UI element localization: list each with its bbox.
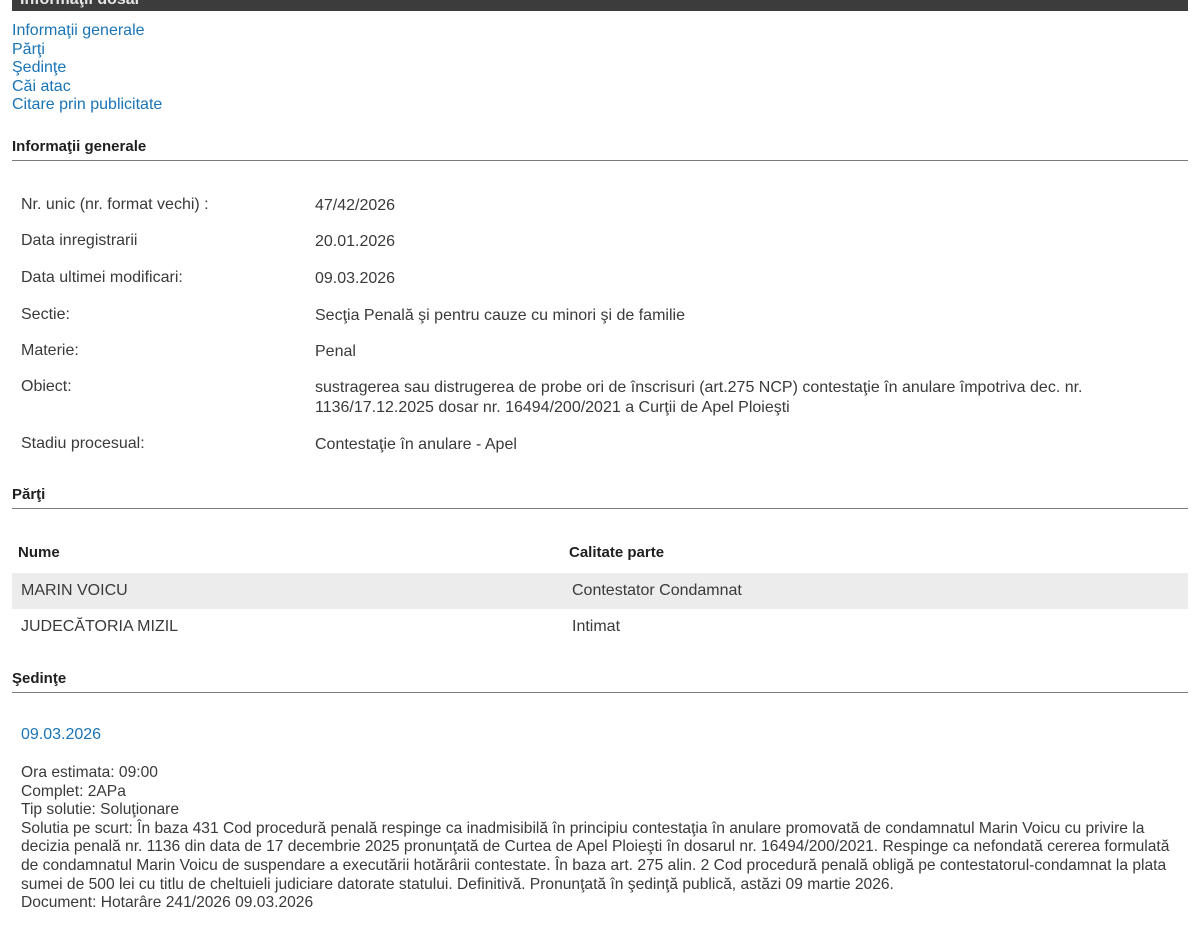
section-title-parti: Părţi [12,486,1188,509]
nav-link-citare[interactable]: Citare prin publicitate [12,96,162,115]
info-label: Stadiu procesual: [21,435,145,452]
party-name: JUDECĂTORIA MIZIL [21,618,179,635]
nav-link-parti[interactable]: Părţi [12,41,162,60]
column-header-nume: Nume [18,544,60,561]
info-label: Data inregistrarii [21,232,138,249]
info-label: Data ultimei modificari: [21,269,183,286]
hearing-details: Ora estimata: 09:00 Complet: 2APa Tip so… [21,764,1181,913]
party-role: Contestator Condamnat [572,582,742,599]
page-header-bar: Informaţii dosar [12,0,1188,11]
info-value: 47/42/2026 [315,197,396,214]
hearing-tip-solutie: Tip solutie: Soluţionare [21,801,180,819]
info-value: 09.03.2026 [315,270,396,287]
hearing-ora: Ora estimata: 09:00 [21,764,158,781]
nav-link-general[interactable]: Informaţii generale [12,22,162,41]
page-header-title: Informaţii dosar [20,0,141,9]
nav-link-cai-atac[interactable]: Căi atac [12,78,162,97]
hearing-document: Document: Hotarâre 241/2026 09.03.2026 [21,894,314,912]
party-name: MARIN VOICU [21,582,128,599]
section-title-sedinte: Şedinţe [12,670,1188,693]
party-role: Intimat [572,618,621,635]
column-header-calitate: Calitate parte [569,544,665,561]
info-label: Materie: [21,342,79,359]
info-label: Obiect: [21,378,72,395]
hearing-solutie: Solutia pe scurt: În baza 431 Cod proced… [21,819,1170,893]
section-title-general: Informaţii generale [12,138,1188,161]
info-label: Sectie: [21,306,70,323]
info-value: 20.01.2026 [315,233,396,250]
info-value: sustragerea sau distrugerea de probe ori… [315,379,1083,416]
parties-table-header: Nume Calitate parte [12,543,1188,565]
hearing-complet: Complet: 2APa [21,782,126,800]
section-nav: Informaţii generale Părţi Şedinţe Căi at… [12,22,162,115]
nav-link-sedinte[interactable]: Şedinţe [12,59,162,78]
hearing-date: 09.03.2026 [21,726,102,743]
case-page: Informaţii dosar Informaţii generale Păr… [0,0,1200,943]
info-value: Secţia Penală şi pentru cauze cu minori … [315,307,685,324]
table-row: JUDECĂTORIA MIZIL Intimat [12,609,1188,645]
info-label: Nr. unic (nr. format vechi) : [21,196,209,213]
table-row: MARIN VOICU Contestator Condamnat [12,573,1188,609]
info-value: Contestaţie în anulare - Apel [315,436,517,453]
info-value: Penal [315,343,356,360]
